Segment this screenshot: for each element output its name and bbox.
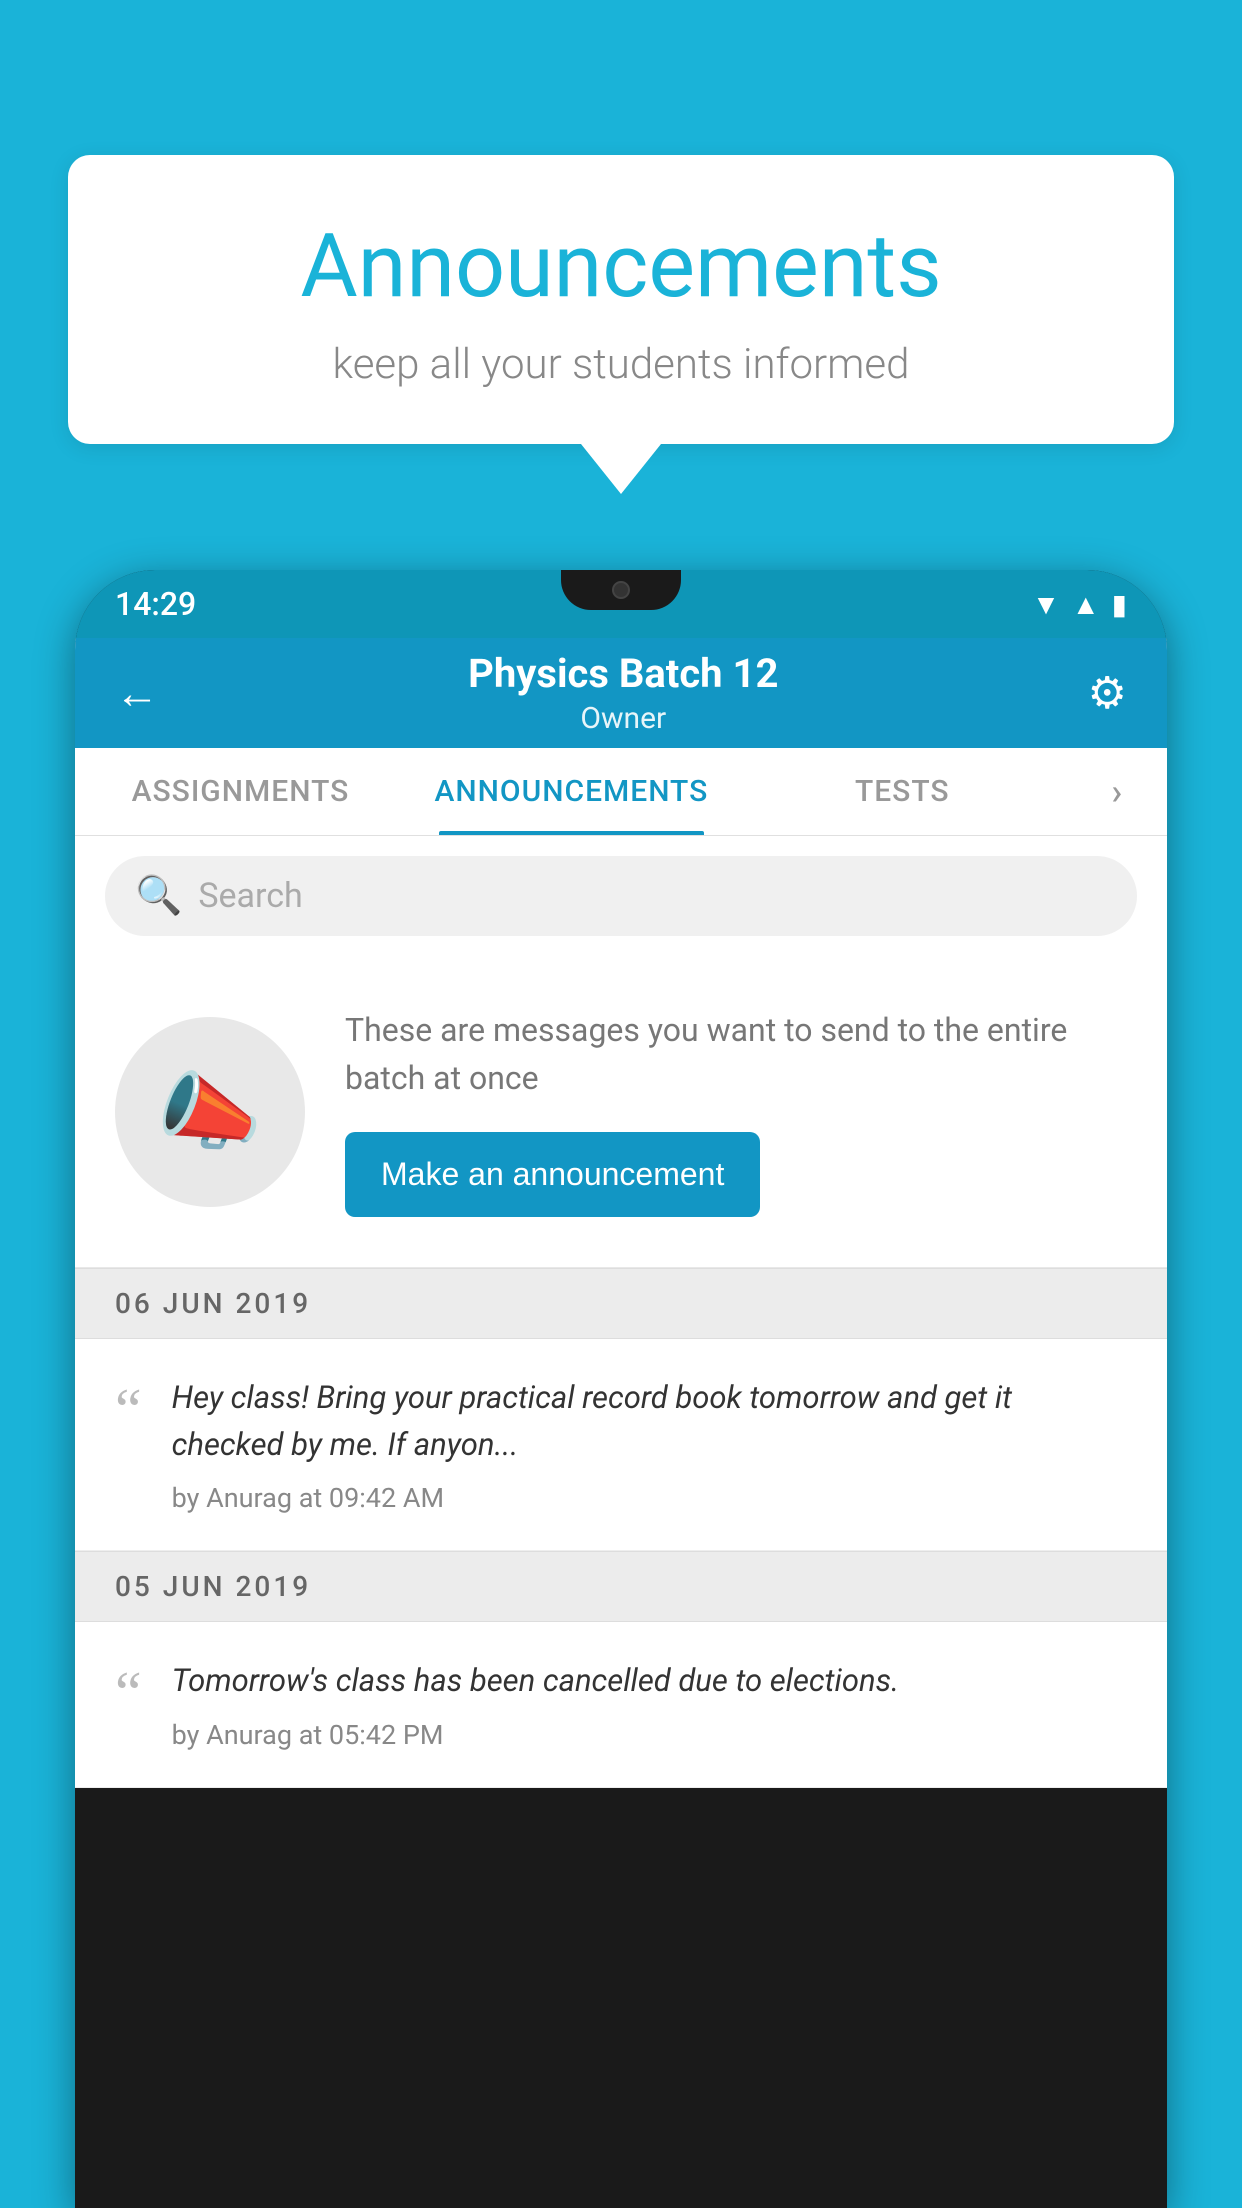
back-button[interactable]: ← (115, 667, 159, 719)
camera (612, 581, 630, 599)
search-container: 🔍 Search (75, 836, 1167, 956)
tab-tests[interactable]: TESTS (737, 748, 1068, 835)
status-icons: ▼ ▲ ▮ (1032, 588, 1127, 621)
announcement-item-1[interactable]: “ Hey class! Bring your practical record… (75, 1339, 1167, 1551)
search-icon: 🔍 (135, 874, 182, 918)
app-header: ← Physics Batch 12 Owner ⚙ (75, 638, 1167, 748)
announcement-content-1: Hey class! Bring your practical record b… (172, 1375, 1127, 1514)
notch (561, 570, 681, 610)
announcement-content-2: Tomorrow's class has been cancelled due … (172, 1658, 1127, 1751)
date-divider-2: 05 JUN 2019 (75, 1551, 1167, 1622)
signal-icon: ▲ (1072, 588, 1100, 621)
wifi-icon: ▼ (1032, 588, 1060, 621)
speech-bubble-subtitle: keep all your students informed (148, 340, 1094, 389)
promo-card: 📣 These are messages you want to send to… (75, 956, 1167, 1268)
speech-bubble-title: Announcements (148, 215, 1094, 318)
speech-bubble-container: Announcements keep all your students inf… (68, 155, 1174, 494)
search-bar[interactable]: 🔍 Search (105, 856, 1137, 936)
make-announcement-button[interactable]: Make an announcement (345, 1132, 760, 1217)
quote-icon-1: “ (115, 1380, 142, 1440)
user-role: Owner (468, 701, 778, 736)
announcement-text-2: Tomorrow's class has been cancelled due … (172, 1658, 1127, 1705)
header-title-block: Physics Batch 12 Owner (468, 650, 778, 736)
tabs-container: ASSIGNMENTS ANNOUNCEMENTS TESTS › (75, 748, 1167, 836)
content-area: 🔍 Search 📣 These are messages you want t… (75, 836, 1167, 1788)
tab-announcements[interactable]: ANNOUNCEMENTS (406, 748, 737, 835)
search-placeholder: Search (198, 876, 302, 916)
promo-description: These are messages you want to send to t… (345, 1006, 1127, 1102)
battery-icon: ▮ (1112, 588, 1127, 621)
announcement-item-2[interactable]: “ Tomorrow's class has been cancelled du… (75, 1622, 1167, 1788)
phone-frame: 14:29 ▼ ▲ ▮ ← Physics Batch 12 Owner ⚙ A… (75, 570, 1167, 2208)
status-time: 14:29 (115, 585, 196, 623)
tab-assignments[interactable]: ASSIGNMENTS (75, 748, 406, 835)
tab-more[interactable]: › (1068, 748, 1167, 835)
speech-bubble-arrow (581, 444, 661, 494)
promo-icon-circle: 📣 (115, 1017, 305, 1207)
speech-bubble: Announcements keep all your students inf… (68, 155, 1174, 444)
date-divider-1: 06 JUN 2019 (75, 1268, 1167, 1339)
batch-title: Physics Batch 12 (468, 650, 778, 697)
megaphone-icon: 📣 (157, 1062, 263, 1162)
phone-screen: ← Physics Batch 12 Owner ⚙ ASSIGNMENTS A… (75, 638, 1167, 1788)
status-bar: 14:29 ▼ ▲ ▮ (75, 570, 1167, 638)
announcement-text-1: Hey class! Bring your practical record b… (172, 1375, 1127, 1468)
quote-icon-2: “ (115, 1663, 142, 1723)
announcement-meta-2: by Anurag at 05:42 PM (172, 1719, 1127, 1751)
promo-text-block: These are messages you want to send to t… (345, 1006, 1127, 1217)
announcement-meta-1: by Anurag at 09:42 AM (172, 1482, 1127, 1514)
settings-icon[interactable]: ⚙ (1088, 667, 1127, 719)
